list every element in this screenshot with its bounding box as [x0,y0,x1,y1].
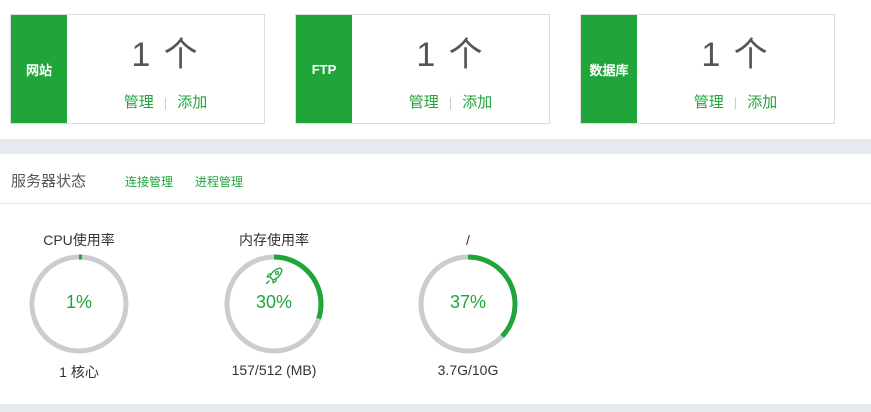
server-status-header: 服务器状态 连接管理 进程管理 [0,154,871,204]
cpu-gauge[interactable]: CPU使用率 1% 1 核心 [19,230,139,382]
ftp-tag: FTP [296,15,352,123]
link-separator: | [448,95,453,110]
database-card: 数据库 1 个 管理 | 添加 [580,14,835,124]
database-tag: 数据库 [581,15,637,123]
connection-manage-link[interactable]: 连接管理 [125,173,173,190]
cpu-gauge-cores: 1 核心 [59,364,99,380]
database-links: 管理 | 添加 [637,91,834,112]
site-tag: 网站 [11,15,67,123]
ftp-add-link[interactable]: 添加 [462,94,492,111]
cpu-gauge-ring: 1% [27,252,131,356]
database-count: 1 个 [701,36,770,74]
site-count: 1 个 [131,36,200,74]
disk-gauge-usage: 3.7G/10G [437,362,499,378]
cpu-gauge-percent: 1% [65,292,92,312]
memory-gauge-ring: 30% [222,252,326,356]
summary-panel: 网站 1 个 管理 | 添加 FTP 1 个 管理 | 添加 数据库 1 个 管理 | 添加 [0,0,871,139]
process-manage-link[interactable]: 进程管理 [195,173,243,190]
link-separator: | [163,95,168,110]
memory-gauge-title: 内存使用率 [239,232,309,248]
memory-gauge[interactable]: 内存使用率 30% 157/512 (MB) [214,230,334,378]
database-add-link[interactable]: 添加 [747,94,777,111]
memory-gauge-usage: 157/512 (MB) [231,362,317,378]
disk-gauge-percent: 37% [449,292,487,312]
site-add-link[interactable]: 添加 [177,94,207,111]
ftp-links: 管理 | 添加 [352,91,549,112]
site-card: 网站 1 个 管理 | 添加 [10,14,265,124]
ftp-manage-link[interactable]: 管理 [409,94,439,111]
disk-gauge-ring: 37% [416,252,520,356]
memory-gauge-percent: 30% [255,292,293,312]
link-separator: | [733,95,738,110]
ftp-card: FTP 1 个 管理 | 添加 [295,14,550,124]
database-manage-link[interactable]: 管理 [694,94,724,111]
ftp-count: 1 个 [416,36,485,74]
cpu-gauge-title: CPU使用率 [43,232,115,248]
server-status-title: 服务器状态 [11,173,87,190]
disk-gauge-title: / [466,232,470,248]
site-links: 管理 | 添加 [67,91,264,112]
server-status-panel: 服务器状态 连接管理 进程管理 CPU使用率 1% 1 核心 内存使用率 30%… [0,154,871,404]
disk-gauge[interactable]: / 37% 3.7G/10G [408,230,528,378]
site-manage-link[interactable]: 管理 [124,94,154,111]
